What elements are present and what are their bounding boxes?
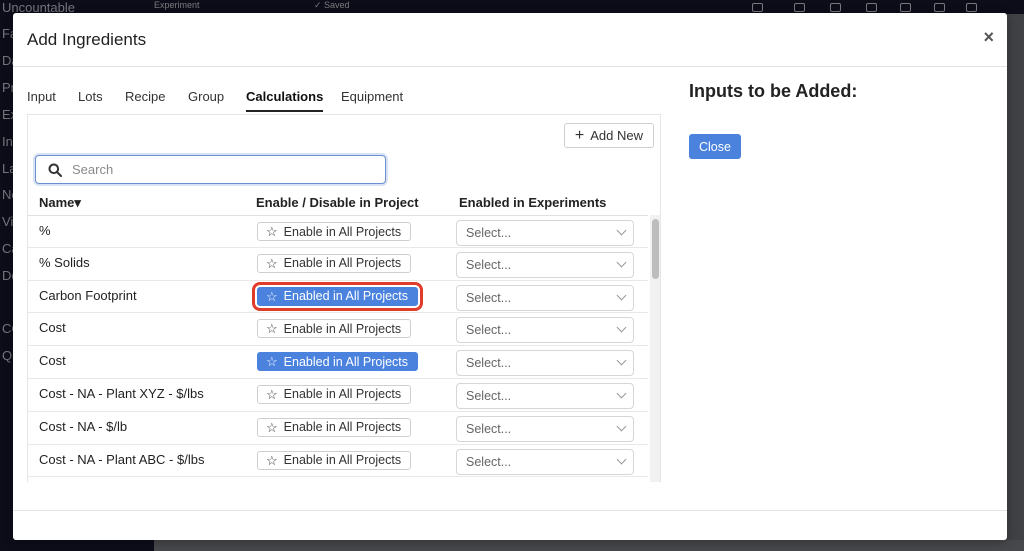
star-icon: ☆ [266,452,278,468]
tab-equipment[interactable]: Equipment [341,89,403,110]
enable-toggle-label: Enable in All Projects [283,387,402,402]
modal-footer [13,510,1007,511]
search-icon [48,163,62,177]
table-row: Cost - NA - Plant XYZ - $/lbs ☆ Enable in … [28,379,648,412]
experiments-select[interactable]: Select... [456,284,634,311]
tab-lots[interactable]: Lots [78,89,103,110]
ingredient-name: Cost [39,353,66,369]
enable-toggle-label: Enable in All Projects [283,321,402,336]
select-placeholder: Select... [466,323,512,338]
experiments-select[interactable]: Select... [456,448,634,475]
select-placeholder: Select... [466,356,512,371]
enable-all-projects-button[interactable]: ☆ Enable in All Projects [257,319,412,339]
chevron-down-icon [616,225,627,236]
enable-all-projects-button[interactable]: ☆ Enabled in All Projects [251,281,424,311]
search-box[interactable] [35,155,386,184]
enable-all-projects-button[interactable]: ☆ Enable in All Projects [257,450,412,470]
close-button[interactable]: Close [689,134,741,159]
select-placeholder: Select... [466,421,512,436]
chevron-down-icon [616,421,627,432]
select-placeholder: Select... [466,226,512,240]
table-row [28,477,648,482]
enable-all-projects-button[interactable]: ☆ Enable in All Projects [257,417,412,437]
enable-toggle-label: Enable in All Projects [283,224,402,239]
calculations-panel: + Add New Name▾ Enable / Disable in Proj… [27,115,661,482]
star-icon: ☆ [266,288,278,304]
search-input[interactable] [72,162,352,177]
tab-group[interactable]: Group [188,89,224,110]
close-icon[interactable]: × [983,28,994,46]
experiments-select[interactable]: Select... [456,350,634,377]
experiments-select[interactable]: Select... [456,220,634,246]
ingredient-name: Carbon Footprint [39,287,137,303]
column-header-experiments: Enabled in Experiments [459,195,607,210]
ingredient-name: Cost - NA - $/lb [39,418,128,434]
star-icon: ☆ [266,386,278,402]
table-row: Cost ☆ Enabled in All Projects Select... [28,346,648,379]
experiments-select[interactable]: Select... [456,317,634,344]
chevron-down-icon [616,388,627,399]
table-row: % Solids ☆ Enable in All Projects Select... [28,248,648,281]
star-icon: ☆ [266,321,278,337]
tab-input[interactable]: Input [27,89,56,110]
table-row: Cost - NA - $/lb ☆ Enable in All Projects S… [28,412,648,445]
plus-icon: + [574,126,585,144]
ingredient-name: Cost - NA - Plant ABC - $/lbs [39,451,205,467]
modal-header: Add Ingredients × [13,13,1007,67]
table-row: % ☆ Enable in All Projects Select... [28,215,648,248]
ingredient-name: Cost [39,320,66,336]
name-header-label: Name [39,195,75,210]
experiments-select[interactable]: Select... [456,415,634,442]
enable-toggle-label: Enabled in All Projects [283,354,409,369]
tab-recipe[interactable]: Recipe [125,89,165,110]
ingredient-name: % [39,223,51,238]
chevron-down-icon [616,322,627,333]
star-icon: ☆ [266,255,278,271]
chevron-down-icon [616,257,627,268]
tab-bar: Input Lots Recipe Group Calculations Equ… [27,89,661,115]
star-icon: ☆ [266,224,278,239]
select-placeholder: Select... [466,257,512,272]
experiments-select[interactable]: Select... [456,251,634,278]
column-header-name[interactable]: Name▾ [39,195,81,211]
star-icon: ☆ [266,419,278,435]
table-row: Cost ☆ Enable in All Projects Select... [28,313,648,347]
enable-all-projects-button[interactable]: ☆ Enabled in All Projects [257,352,419,372]
modal-title: Add Ingredients [27,30,147,49]
chevron-down-icon [616,355,627,366]
table-scrollbar[interactable] [650,215,660,482]
enable-all-projects-button[interactable]: ☆ Enable in All Projects [257,384,412,404]
enable-all-projects-button[interactable]: ☆ Enable in All Projects [257,222,412,241]
select-placeholder: Select... [466,290,512,305]
enable-toggle-label: Enabled in All Projects [283,289,409,304]
chevron-down-icon [616,454,627,465]
add-ingredients-modal: Add Ingredients × Input Lots Recipe Grou… [13,13,1007,540]
tab-calculations[interactable]: Calculations [246,89,324,112]
table-row: Carbon Footprint ☆ Enabled in All Projects… [28,281,648,314]
table-header: Name▾ Enable / Disable in Project Enable… [28,192,660,215]
inputs-to-be-added-title: Inputs to be Added: [689,81,858,101]
table-row: Cost - NA - Plant ABC - $/lbs ☆ Enable in … [28,445,648,478]
enable-all-projects-button[interactable]: ☆ Enable in All Projects [257,253,412,273]
table-body: % ☆ Enable in All Projects Select...% Solid… [28,215,648,482]
enable-toggle-label: Enable in All Projects [283,256,402,271]
enable-toggle-label: Enable in All Projects [283,420,402,435]
enable-toggle-label: Enable in All Projects [283,453,402,468]
sort-desc-icon: ▾ [74,195,81,210]
chevron-down-icon [616,290,627,301]
star-icon: ☆ [266,354,278,370]
ingredient-name: Cost - NA - Plant XYZ - $/lbs [39,385,204,401]
add-new-button[interactable]: + Add New [563,123,654,148]
scrollbar-thumb[interactable] [652,219,659,279]
select-placeholder: Select... [466,454,512,469]
ingredient-name: % Solids [39,254,90,270]
experiments-select[interactable]: Select... [456,382,634,409]
column-header-enable: Enable / Disable in Project [256,195,419,210]
add-new-label: Add New [590,128,643,143]
select-placeholder: Select... [466,388,512,403]
